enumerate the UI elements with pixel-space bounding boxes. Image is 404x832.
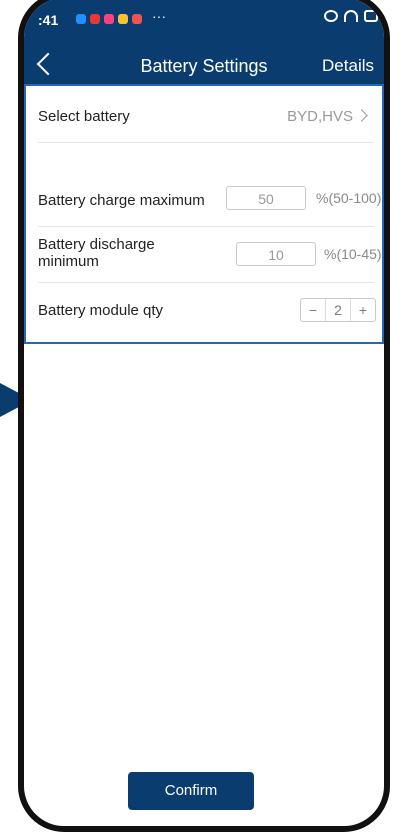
confirm-button[interactable]: Confirm: [128, 772, 254, 810]
discharge-min-row: Battery discharge minimum: [38, 236, 218, 270]
divider: [38, 282, 374, 283]
status-indicators: [324, 10, 378, 22]
chevron-right-icon: [355, 109, 368, 122]
minus-button[interactable]: −: [301, 302, 325, 318]
module-qty-value: 2: [325, 299, 351, 321]
select-battery-value: BYD,HVS: [287, 108, 368, 125]
phone-frame: :41 ··· Battery Settings Details Select …: [18, 0, 390, 832]
wifi-icon: [344, 10, 358, 22]
discharge-min-label: Battery discharge minimum: [38, 236, 155, 270]
module-qty-label: Battery module qty: [38, 302, 164, 319]
charge-max-unit: %(50-100): [316, 190, 382, 206]
module-qty-stepper[interactable]: − 2 +: [300, 298, 376, 322]
discharge-min-unit: %(10-45): [324, 246, 382, 262]
status-bar: :41 ···: [24, 0, 384, 38]
notification-icons: [76, 14, 142, 24]
status-time: :41: [38, 12, 59, 28]
charge-max-label: Battery charge maximum: [38, 192, 205, 209]
select-battery-row[interactable]: Select battery BYD,HVS: [38, 108, 374, 125]
details-button[interactable]: Details: [322, 56, 374, 76]
mute-icon: [324, 10, 338, 22]
divider: [38, 226, 374, 227]
charge-max-input[interactable]: 50: [226, 186, 306, 210]
battery-settings-panel: Select battery BYD,HVS Battery charge ma…: [24, 84, 384, 344]
select-battery-label: Select battery: [38, 108, 130, 125]
divider: [38, 142, 374, 143]
plus-button[interactable]: +: [351, 302, 375, 318]
status-more-icon: ···: [152, 8, 166, 24]
battery-icon: [364, 10, 378, 22]
discharge-min-input[interactable]: 10: [236, 242, 316, 266]
